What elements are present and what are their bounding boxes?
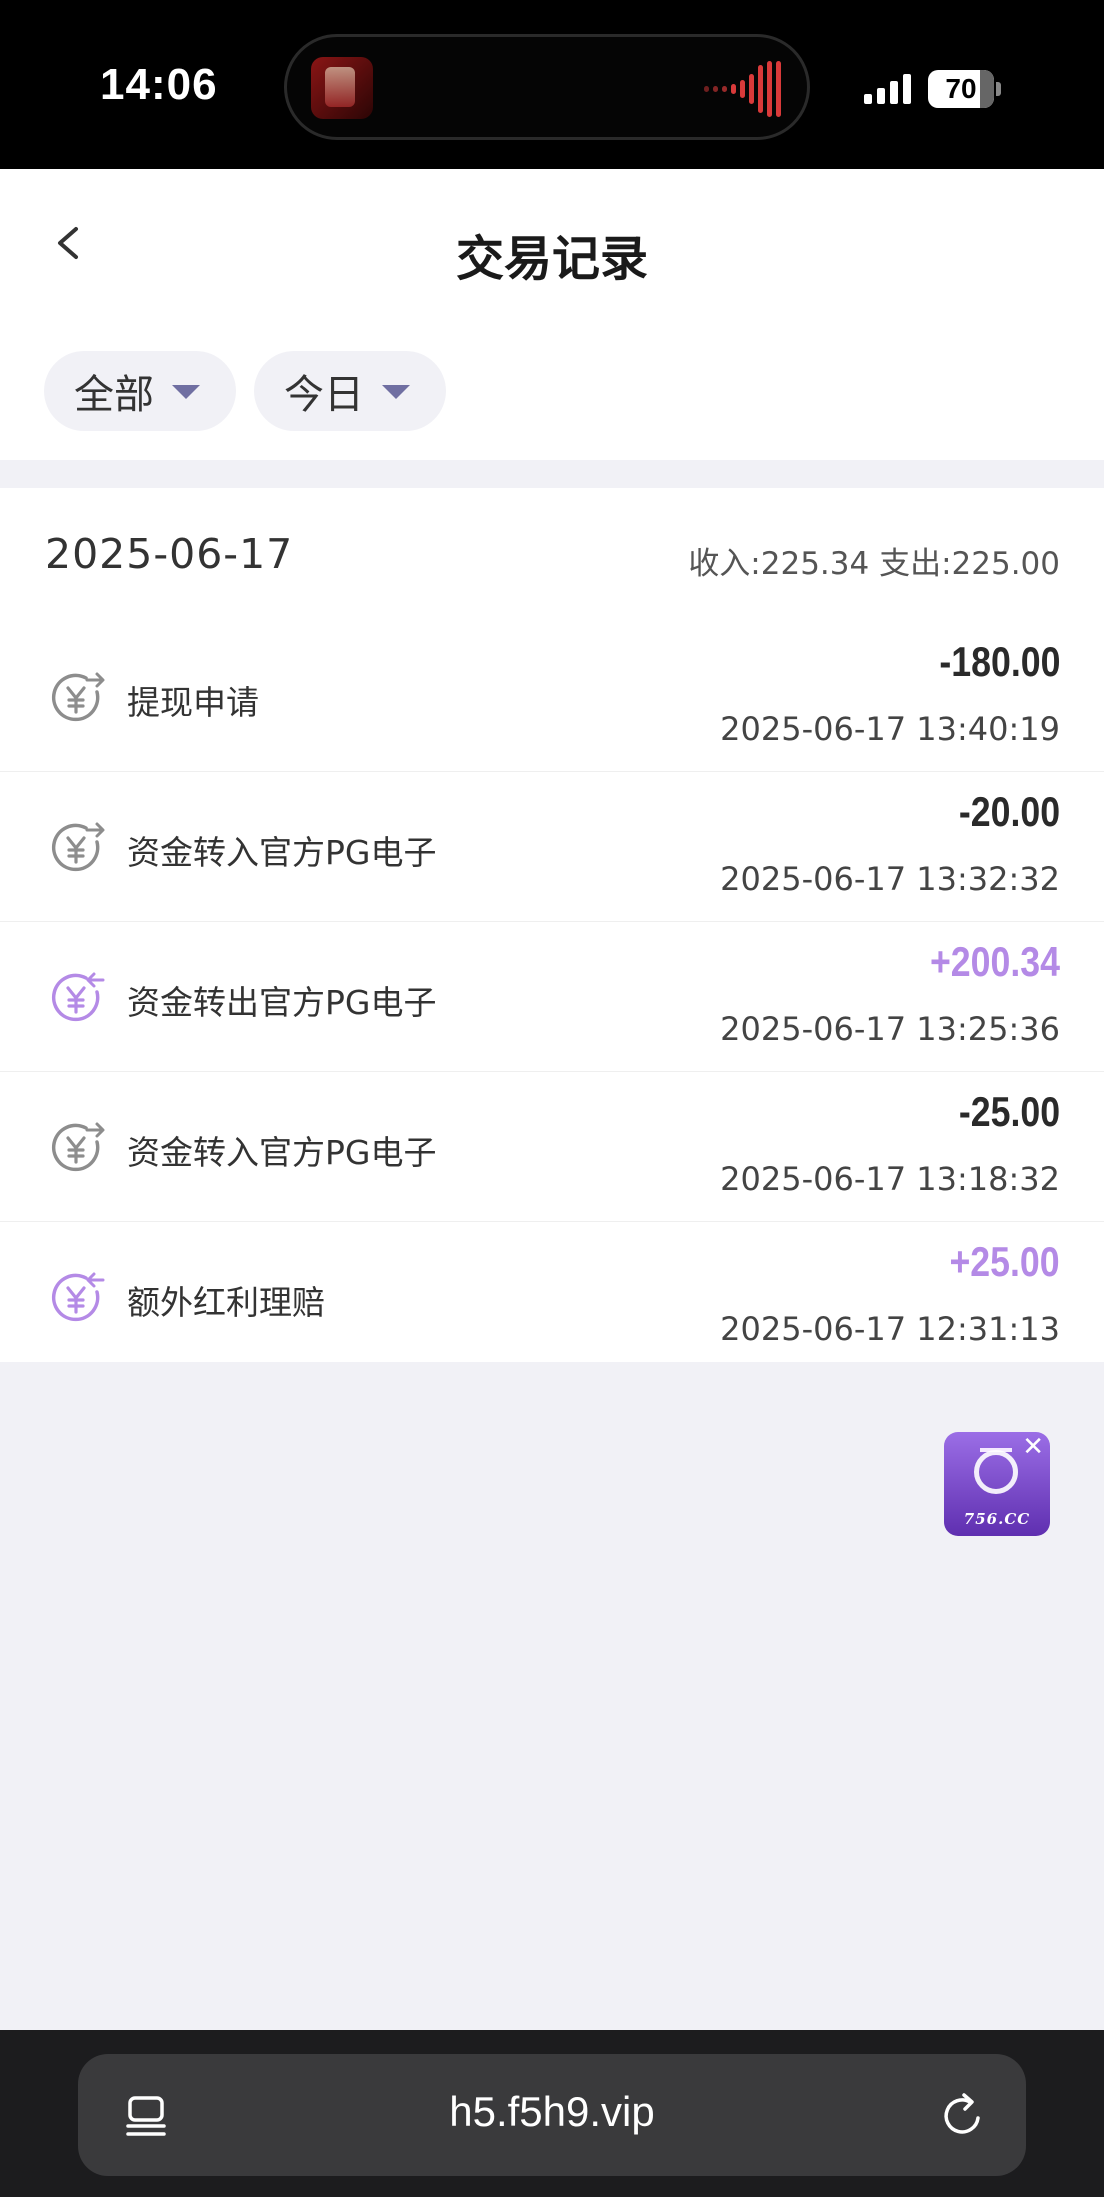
- status-bar: 14:06 70: [0, 0, 1104, 169]
- transaction-row[interactable]: 资金转入官方PG电子 -20.00 2025-06-17 13:32:32: [0, 772, 1104, 922]
- transaction-name: 资金转入官方PG电子: [127, 833, 437, 872]
- transaction-row[interactable]: 资金转入官方PG电子 -25.00 2025-06-17 13:18:32: [0, 1072, 1104, 1222]
- transaction-amount: -180.00: [938, 638, 1060, 685]
- transaction-time: 2025-06-17 12:31:13: [720, 1310, 1060, 1348]
- battery-tip: [996, 82, 1001, 96]
- status-time: 14:06: [100, 60, 218, 109]
- transaction-name: 提现申请: [127, 683, 259, 722]
- page-header: 交易记录 全部 今日: [0, 169, 1104, 460]
- transaction-row[interactable]: 提现申请 -180.00 2025-06-17 13:40:19: [0, 622, 1104, 772]
- filter-date-label: 今日: [284, 372, 364, 418]
- transaction-amount: +200.34: [929, 938, 1060, 985]
- transaction-row[interactable]: 额外红利理赔 +25.00 2025-06-17 12:31:13: [0, 1222, 1104, 1372]
- group-date: 2025-06-17: [45, 530, 294, 578]
- yuan-transfer-in-icon: [51, 972, 105, 1022]
- filter-type-label: 全部: [74, 372, 154, 418]
- transaction-name: 资金转入官方PG电子: [127, 1133, 437, 1172]
- cellular-signal-icon: [864, 72, 911, 104]
- transaction-time: 2025-06-17 13:32:32: [720, 860, 1060, 898]
- transaction-name: 资金转出官方PG电子: [127, 983, 437, 1022]
- caret-down-icon: [172, 385, 200, 399]
- date-group-header: 2025-06-17 收入:225.34 支出:225.00: [0, 488, 1104, 622]
- transaction-time: 2025-06-17 13:40:19: [720, 710, 1060, 748]
- dynamic-island[interactable]: [284, 34, 810, 140]
- now-playing-app-icon[interactable]: [311, 57, 373, 119]
- yuan-transfer-out-icon: [51, 822, 105, 872]
- filter-date-dropdown[interactable]: 今日: [254, 351, 446, 431]
- audio-waveform-icon: [704, 61, 781, 117]
- url-text: h5.f5h9.vip: [449, 2088, 655, 2135]
- filter-type-dropdown[interactable]: 全部: [44, 351, 236, 431]
- transaction-amount: +25.00: [949, 1238, 1060, 1285]
- caret-down-icon: [382, 385, 410, 399]
- browser-toolbar: h5.f5h9.vip: [0, 2030, 1104, 2197]
- logo-ring-icon: [974, 1450, 1018, 1494]
- page-title: 交易记录: [455, 231, 648, 287]
- transaction-list: 2025-06-17 收入:225.34 支出:225.00 提现申请 -180…: [0, 488, 1104, 1362]
- transaction-amount: -20.00: [958, 788, 1060, 835]
- transaction-name: 额外红利理赔: [127, 1283, 325, 1322]
- yuan-transfer-out-icon: [51, 672, 105, 722]
- transaction-time: 2025-06-17 13:25:36: [720, 1010, 1060, 1048]
- address-bar[interactable]: h5.f5h9.vip: [78, 2054, 1026, 2176]
- battery-icon: 70: [928, 70, 994, 108]
- reload-icon[interactable]: [938, 2090, 988, 2140]
- yuan-transfer-out-icon: [51, 1122, 105, 1172]
- floating-promo-badge[interactable]: ✕ 756.CC: [944, 1432, 1050, 1536]
- close-icon[interactable]: ✕: [1022, 1434, 1044, 1460]
- group-summary: 收入:225.34 支出:225.00: [688, 546, 1060, 582]
- transaction-amount: -25.00: [958, 1088, 1060, 1135]
- battery-level: 70: [945, 73, 977, 104]
- yuan-transfer-in-icon: [51, 1272, 105, 1322]
- badge-text: 756.CC: [963, 1510, 1031, 1528]
- transaction-time: 2025-06-17 13:18:32: [720, 1160, 1060, 1198]
- transaction-row[interactable]: 资金转出官方PG电子 +200.34 2025-06-17 13:25:36: [0, 922, 1104, 1072]
